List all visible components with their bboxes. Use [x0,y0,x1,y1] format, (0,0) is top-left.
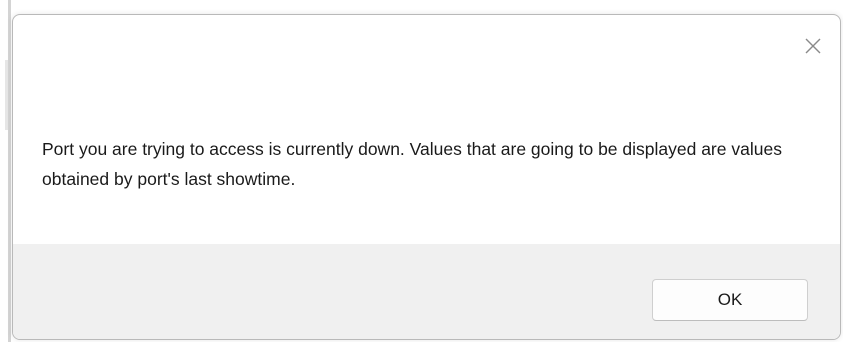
background-window-edge [8,0,11,342]
message-dialog: Port you are trying to access is current… [12,14,841,340]
dialog-footer: OK [13,244,840,339]
ok-button[interactable]: OK [652,279,808,321]
close-icon [805,38,821,54]
close-button[interactable] [796,29,830,63]
dialog-message: Port you are trying to access is current… [42,139,782,189]
background-window-scrollbar [5,60,8,130]
